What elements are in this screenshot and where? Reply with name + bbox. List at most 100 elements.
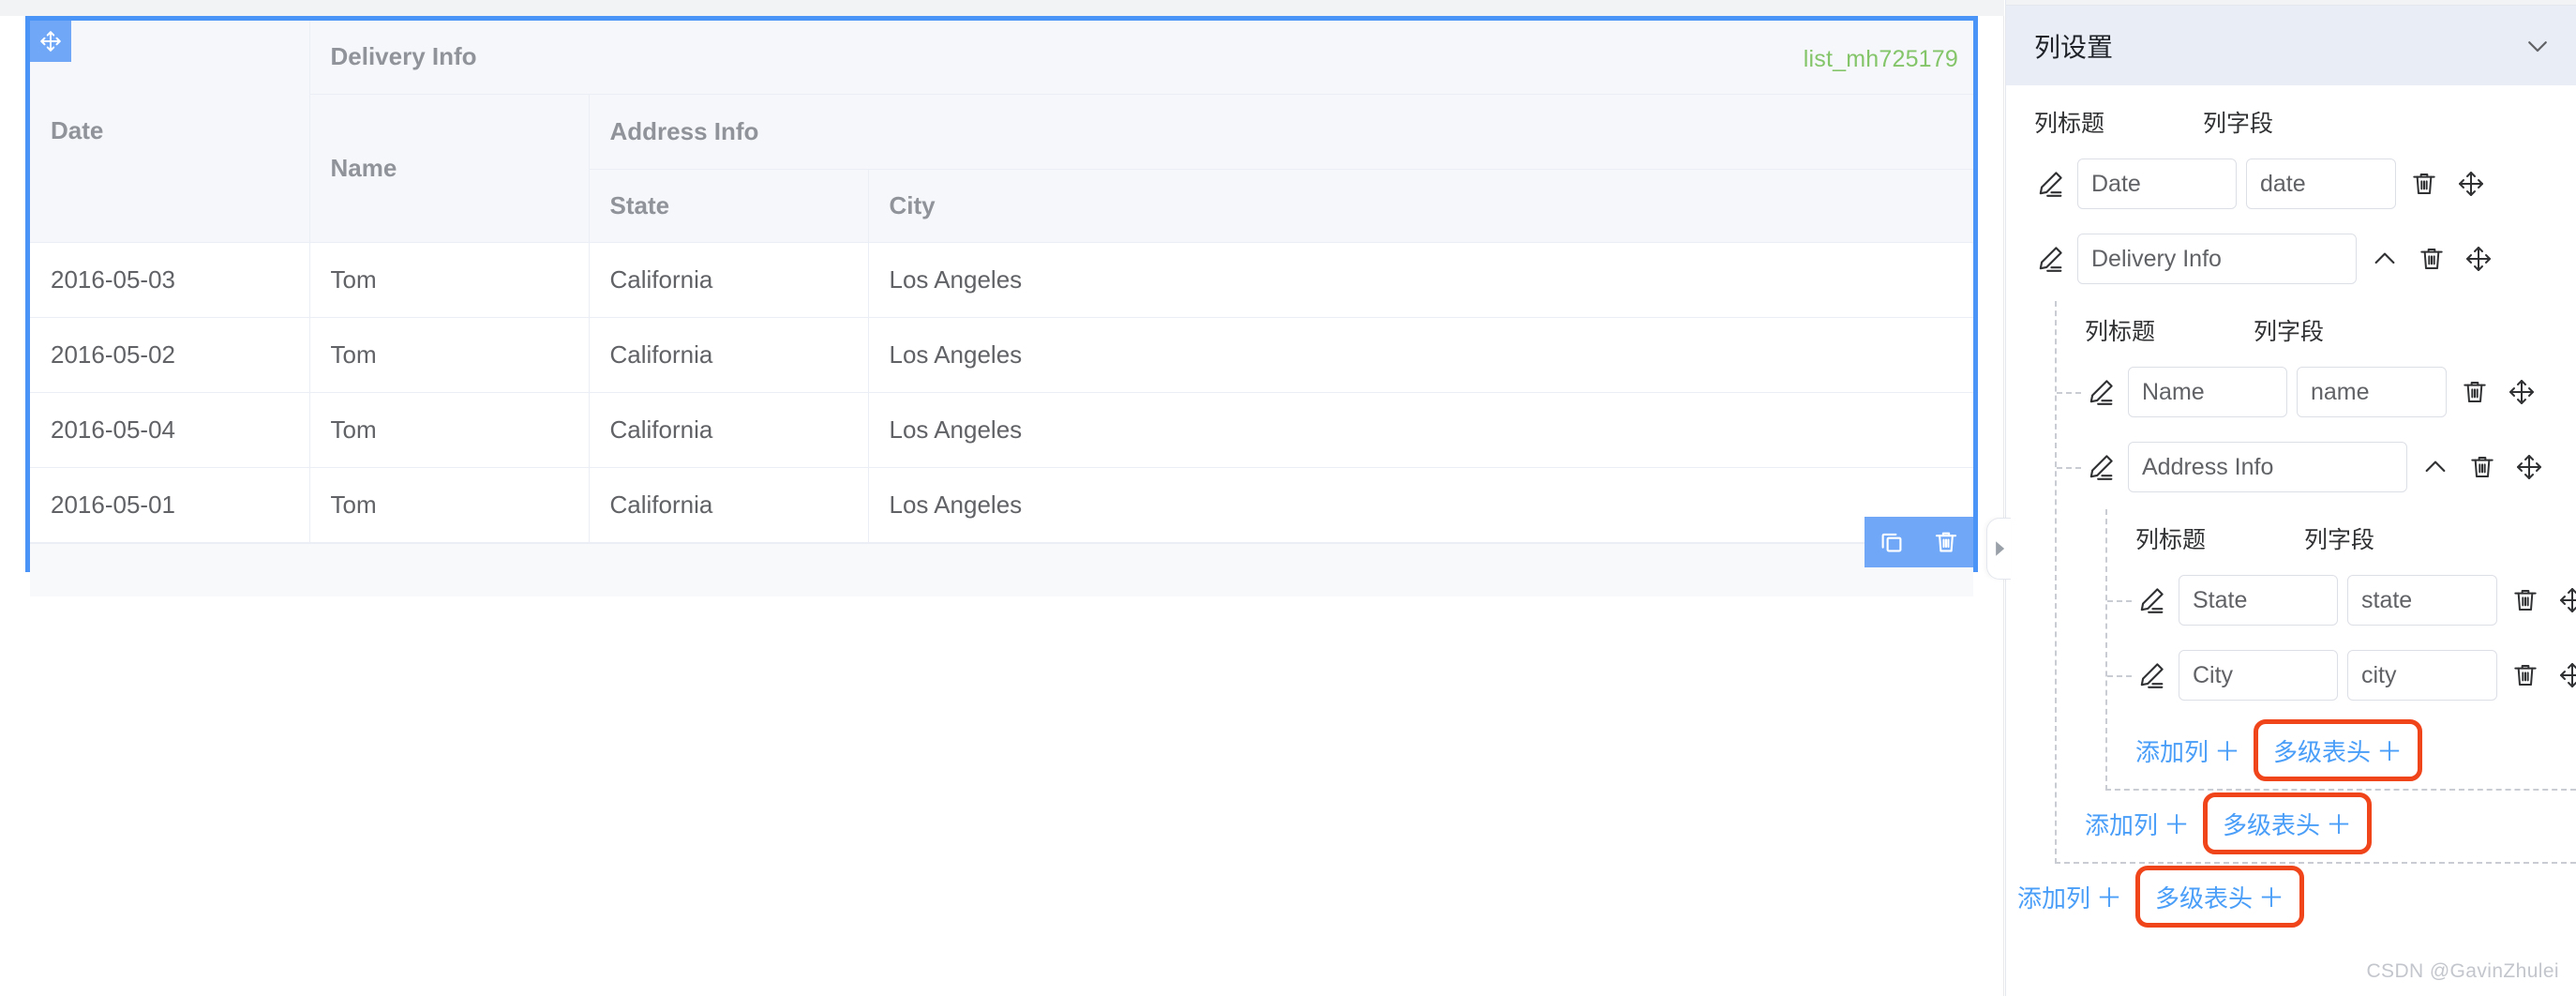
column-field-input-name[interactable] <box>2297 367 2447 417</box>
data-table: Date Delivery Info Name Address Info Sta… <box>30 21 1973 543</box>
multi-header-button-level1[interactable]: 多级表头＋ <box>2203 792 2372 854</box>
move-icon[interactable] <box>30 21 71 62</box>
move-icon[interactable] <box>2507 377 2537 407</box>
plus-icon: ＋ <box>2258 878 2284 915</box>
column-field-input-date[interactable] <box>2246 158 2396 209</box>
level1-nest: 列标题 列字段 <box>2055 301 2576 864</box>
th-date[interactable]: Date <box>30 21 309 242</box>
tree-connector <box>2057 467 2081 469</box>
plus-icon: ＋ <box>2214 737 2240 766</box>
level0-actions: 添加列＋ 多级表头＋ <box>2017 864 2576 929</box>
column-title-input-address-info[interactable] <box>2128 442 2407 492</box>
move-icon[interactable] <box>2514 452 2544 482</box>
column-group-row-delivery-info[interactable] <box>2034 226 2576 292</box>
copy-icon[interactable] <box>1871 521 1912 563</box>
table-body: 2016-05-03TomCaliforniaLos Angeles2016-0… <box>30 242 1973 542</box>
table-cell-name: Tom <box>309 467 589 542</box>
column-row-name[interactable] <box>2085 359 2576 425</box>
move-icon[interactable] <box>2456 169 2486 199</box>
column-title-input-date[interactable] <box>2077 158 2237 209</box>
th-name[interactable]: Name <box>309 94 589 242</box>
table-header-row-1: Date Delivery Info <box>30 21 1973 94</box>
plus-icon: ＋ <box>2326 805 2352 842</box>
table-row[interactable]: 2016-05-03TomCaliforniaLos Angeles <box>30 242 1973 317</box>
plus-icon: ＋ <box>2164 810 2190 839</box>
plus-icon: ＋ <box>2376 732 2403 769</box>
table-cell-state: California <box>589 317 868 392</box>
column-row-city[interactable] <box>2135 642 2576 708</box>
table-cell-state: California <box>589 242 868 317</box>
pencil-edit-icon[interactable] <box>2135 584 2167 616</box>
th-state[interactable]: State <box>589 169 868 242</box>
table-cell-state: California <box>589 392 868 467</box>
table-cell-name: Tom <box>309 317 589 392</box>
th-delivery-info[interactable]: Delivery Info <box>309 21 1973 94</box>
table-header-row-2: Name Address Info <box>30 94 1973 169</box>
trash-icon[interactable] <box>2467 452 2497 482</box>
level2-group: 列标题 列字段 <box>2107 509 2576 789</box>
pencil-edit-icon[interactable] <box>2034 168 2066 200</box>
level1-column-labels: 列标题 列字段 <box>2085 301 2576 359</box>
add-column-button-level0[interactable]: 添加列＋ <box>2017 878 2122 915</box>
label-column-field: 列字段 <box>2254 313 2413 347</box>
canvas-top-strip <box>0 0 2004 16</box>
label-column-title: 列标题 <box>2085 313 2254 347</box>
trash-icon[interactable] <box>1925 521 1967 563</box>
selected-table-component[interactable]: list_mh725179 Date Delivery Info Name Ad <box>25 16 1978 572</box>
th-city[interactable]: City <box>868 169 1973 242</box>
column-title-input-delivery-info[interactable] <box>2077 234 2357 284</box>
pencil-edit-icon[interactable] <box>2085 451 2117 483</box>
add-column-button-level1[interactable]: 添加列＋ <box>2085 805 2190 842</box>
column-field-input-state[interactable] <box>2347 575 2497 626</box>
column-title-input-name[interactable] <box>2128 367 2287 417</box>
trash-icon[interactable] <box>2409 169 2439 199</box>
trash-icon[interactable] <box>2510 585 2540 615</box>
column-title-input-state[interactable] <box>2179 575 2338 626</box>
table-cell-date: 2016-05-01 <box>30 467 309 542</box>
chevron-up-icon[interactable] <box>2420 452 2450 482</box>
chevron-down-icon[interactable] <box>2524 32 2552 60</box>
move-icon[interactable] <box>2557 660 2576 690</box>
column-title-input-city[interactable] <box>2179 650 2338 701</box>
column-group-row-address-info[interactable] <box>2085 434 2576 500</box>
table-cell-date: 2016-05-02 <box>30 317 309 392</box>
th-address-info[interactable]: Address Info <box>589 94 1973 169</box>
component-toolbar[interactable] <box>1865 517 1973 567</box>
column-field-input-city[interactable] <box>2347 650 2497 701</box>
table-row[interactable]: 2016-05-04TomCaliforniaLos Angeles <box>30 392 1973 467</box>
plus-icon: ＋ <box>2096 883 2122 913</box>
pencil-edit-icon[interactable] <box>2135 659 2167 691</box>
tree-connector <box>2107 675 2132 677</box>
multi-header-button-level0[interactable]: 多级表头＋ <box>2135 866 2304 928</box>
trash-icon[interactable] <box>2510 660 2540 690</box>
trash-icon[interactable] <box>2417 244 2447 274</box>
pencil-edit-icon[interactable] <box>2034 243 2066 275</box>
pencil-edit-icon[interactable] <box>2085 376 2117 408</box>
table-row[interactable]: 2016-05-02TomCaliforniaLos Angeles <box>30 317 1973 392</box>
level0-column-labels: 列标题 列字段 <box>2034 93 2576 151</box>
panel-title: 列设置 <box>2034 27 2113 65</box>
table-header: Date Delivery Info Name Address Info Sta… <box>30 21 1973 242</box>
multi-header-button-level2[interactable]: 多级表头＋ <box>2254 719 2422 781</box>
table-cell-city: Los Angeles <box>868 317 1973 392</box>
design-canvas[interactable]: list_mh725179 Date Delivery Info Name Ad <box>0 0 2004 996</box>
move-icon[interactable] <box>2557 585 2576 615</box>
table-cell-date: 2016-05-03 <box>30 242 309 317</box>
table-cell-name: Tom <box>309 392 589 467</box>
table-cell-name: Tom <box>309 242 589 317</box>
panel-collapse-handle[interactable] <box>1986 518 2011 580</box>
table-row[interactable]: 2016-05-01TomCaliforniaLos Angeles <box>30 467 1973 542</box>
chevron-up-icon[interactable] <box>2370 244 2400 274</box>
column-settings-panel: 列设置 列标题 列字段 <box>2005 0 2576 996</box>
table-footer <box>30 543 1973 596</box>
column-row-state[interactable] <box>2135 567 2576 633</box>
trash-icon[interactable] <box>2460 377 2490 407</box>
level2-column-labels: 列标题 列字段 <box>2135 509 2576 567</box>
column-row-date[interactable] <box>2034 151 2576 217</box>
add-column-button-level2[interactable]: 添加列＋ <box>2135 732 2240 769</box>
level2-actions: 添加列＋ 多级表头＋ <box>2135 717 2576 783</box>
table-cell-state: California <box>589 467 868 542</box>
move-icon[interactable] <box>2464 244 2494 274</box>
label-column-title: 列标题 <box>2034 105 2203 139</box>
panel-header[interactable]: 列设置 <box>2006 6 2576 85</box>
